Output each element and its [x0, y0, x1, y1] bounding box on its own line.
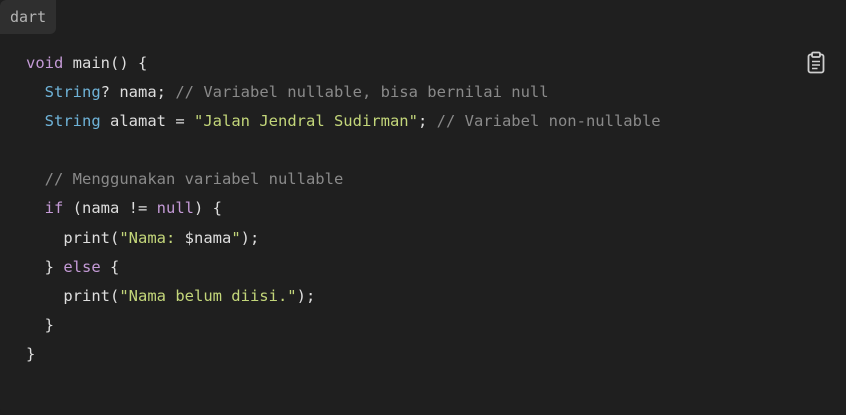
code-line: } else {: [26, 253, 661, 282]
code-token: }: [26, 257, 64, 276]
code-token: $nama: [184, 228, 232, 247]
code-token: void: [26, 54, 64, 72]
code-token: "Nama:: [119, 228, 185, 247]
code-token: "Nama belum diisi.": [119, 286, 297, 305]
code-token: ? nama;: [100, 83, 176, 102]
code-line: // Menggunakan variabel nullable: [26, 165, 661, 194]
code-token: // Menggunakan variabel nullable: [44, 170, 344, 189]
code-content: void main() { String? nama; // Variabel …: [26, 49, 661, 369]
code-token: main() {: [63, 54, 148, 72]
code-line: if (nama != null) {: [26, 194, 661, 223]
code-line: void main() {: [26, 49, 661, 78]
code-token: else: [63, 257, 101, 276]
code-token: ) {: [194, 199, 222, 218]
code-line: print("Nama belum diisi.");: [26, 282, 661, 311]
code-token: print(: [26, 228, 120, 247]
clipboard-icon: [805, 51, 827, 75]
copy-button[interactable]: [805, 51, 827, 75]
code-token: (nama !=: [63, 199, 157, 218]
code-token: "Jalan Jendral Sudirman": [194, 112, 418, 131]
code-line: }: [26, 340, 661, 369]
code-token: print(: [26, 286, 120, 305]
code-token: String: [44, 83, 101, 102]
code-token: // Variabel nullable, bisa bernilai null: [175, 83, 549, 102]
code-token: );: [240, 228, 260, 247]
code-token: ;: [417, 112, 437, 131]
code-line: print("Nama: $nama");: [26, 224, 661, 253]
code-token: alamat =: [100, 112, 194, 131]
code-token: {: [100, 257, 120, 276]
code-token: }: [26, 315, 54, 334]
code-token: if: [44, 199, 64, 218]
language-label: dart: [0, 0, 57, 34]
code-line: String alamat = "Jalan Jendral Sudirman"…: [26, 107, 661, 136]
code-token: }: [26, 344, 36, 363]
code-token: String: [44, 112, 101, 131]
code-block: dart void main() { String? nama; // Vari…: [0, 0, 846, 415]
code-token: // Variabel non-nullable: [436, 112, 661, 131]
code-token: ": [231, 228, 241, 247]
code-line: String? nama; // Variabel nullable, bisa…: [26, 78, 661, 107]
code-token: );: [296, 286, 316, 305]
code-line: }: [26, 311, 661, 340]
code-token: null: [156, 199, 194, 218]
